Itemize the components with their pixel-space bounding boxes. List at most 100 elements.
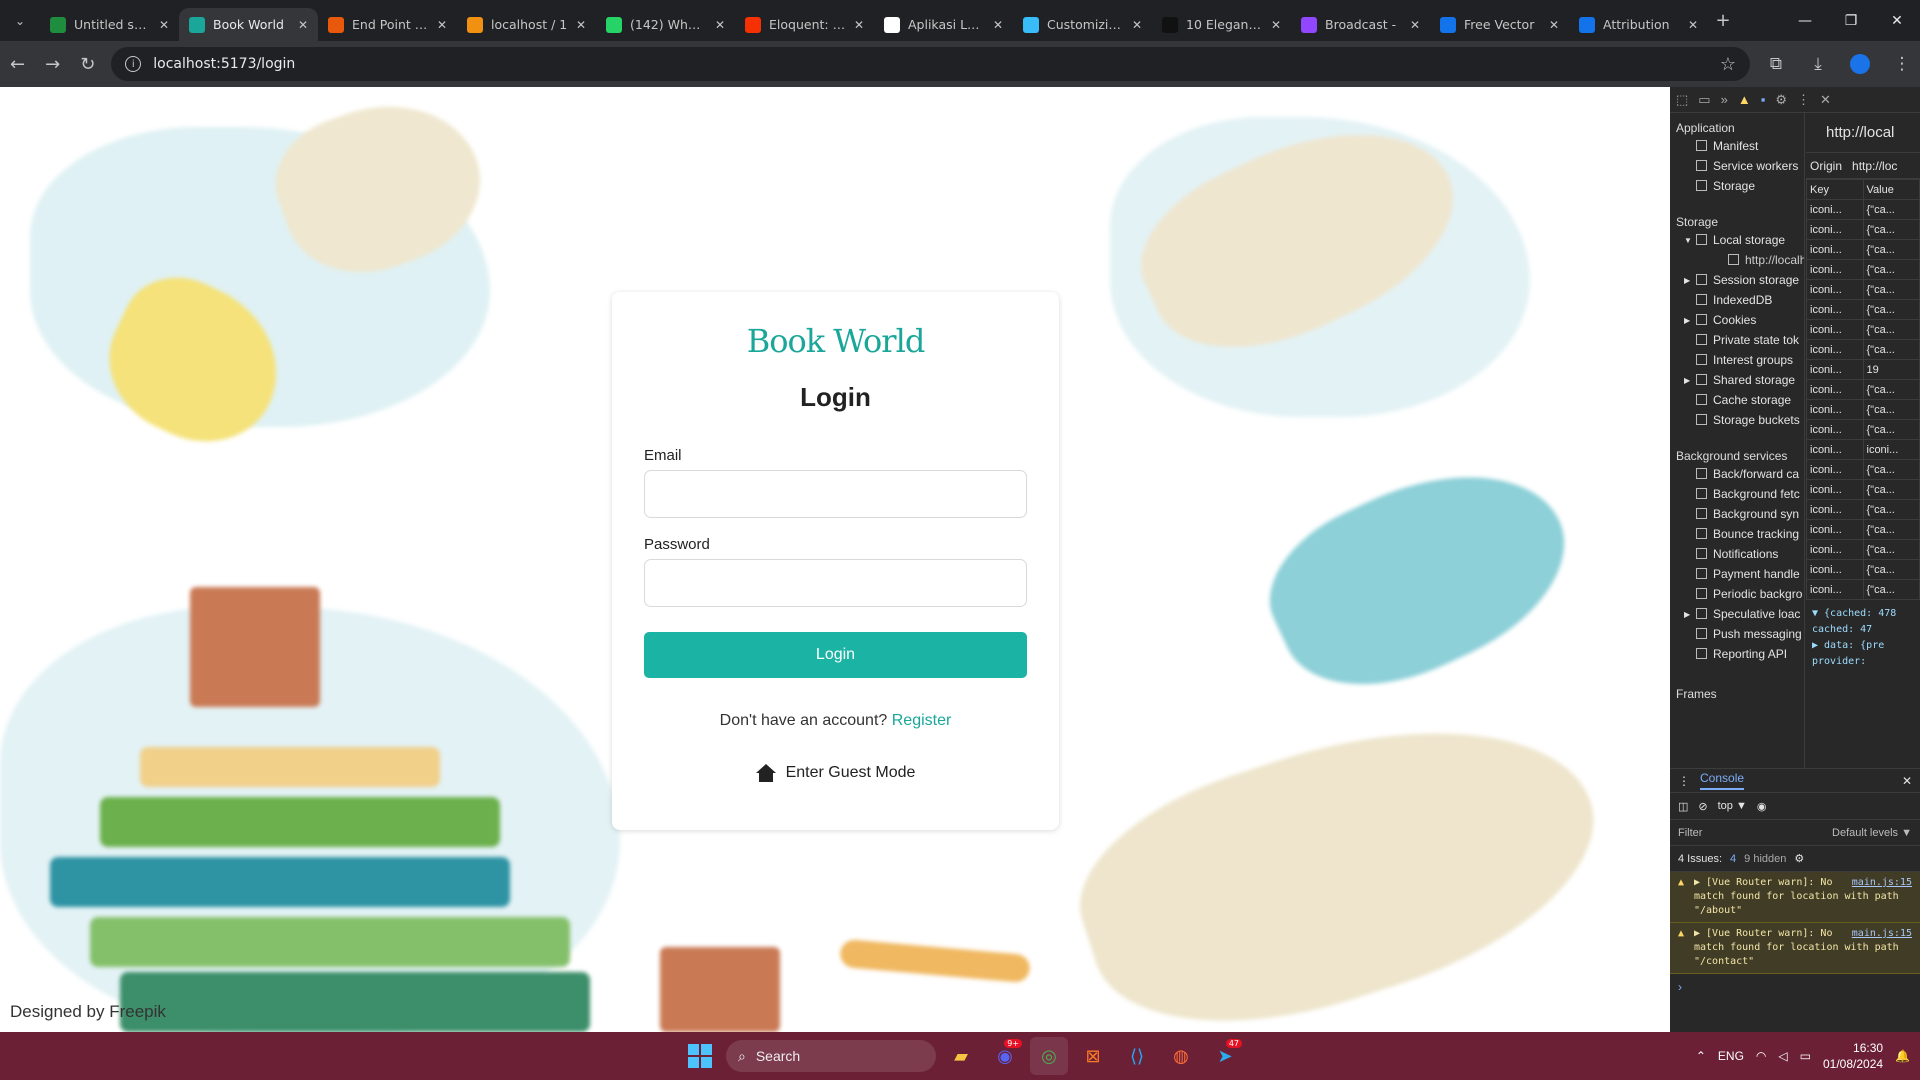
devtools-sidebar-item[interactable]: IndexedDB	[1670, 291, 1804, 311]
browser-tab[interactable]: Book World ✕	[179, 8, 318, 41]
devtools-sidebar-item[interactable]: Shared storage	[1670, 371, 1804, 391]
table-row[interactable]: iconi... 19	[1806, 359, 1920, 380]
language-indicator[interactable]: ENG	[1718, 1049, 1744, 1063]
close-tab-icon[interactable]: ✕	[1410, 18, 1420, 32]
value-cell[interactable]: {"ca...	[1862, 499, 1920, 520]
devtools-sidebar-item[interactable]: Periodic backgro	[1670, 585, 1804, 605]
settings-gear-icon[interactable]: ⚙	[1775, 92, 1787, 108]
key-cell[interactable]: iconi...	[1806, 519, 1864, 540]
table-row[interactable]: iconi... iconi...	[1806, 439, 1920, 460]
table-row[interactable]: iconi... {"ca...	[1806, 579, 1920, 600]
browser-tab[interactable]: Free Vector ✕	[1430, 8, 1569, 41]
devtools-sidebar-item[interactable]: Local storage	[1670, 231, 1804, 251]
console-warning[interactable]: main.js:15▶ [Vue Router warn]: No match …	[1670, 923, 1920, 974]
vscode-icon[interactable]: ⟨⟩	[1118, 1037, 1156, 1075]
close-tab-icon[interactable]: ✕	[854, 18, 864, 32]
browser-tab[interactable]: Eloquent: Fa ✕	[735, 8, 874, 41]
log-levels-dropdown[interactable]: Default levels ▼	[1832, 827, 1912, 839]
table-row[interactable]: iconi... {"ca...	[1806, 219, 1920, 240]
devtools-sidebar-item[interactable]: Session storage	[1670, 271, 1804, 291]
warning-icon[interactable]: ▲	[1738, 92, 1751, 107]
close-tab-icon[interactable]: ✕	[1132, 18, 1142, 32]
value-cell[interactable]: {"ca...	[1862, 419, 1920, 440]
value-cell[interactable]: {"ca...	[1862, 319, 1920, 340]
key-cell[interactable]: iconi...	[1806, 279, 1864, 300]
site-info-icon[interactable]: i	[125, 56, 142, 72]
browser-tab[interactable]: End Point Pe ✕	[318, 8, 457, 41]
source-link[interactable]: main.js:15	[1852, 876, 1912, 890]
table-row[interactable]: iconi... {"ca...	[1806, 319, 1920, 340]
table-row[interactable]: iconi... {"ca...	[1806, 519, 1920, 540]
table-row[interactable]: iconi... {"ca...	[1806, 479, 1920, 500]
profile-avatar[interactable]	[1849, 54, 1870, 74]
close-tab-icon[interactable]: ✕	[715, 18, 725, 32]
devtools-sidebar-item[interactable]: Notifications	[1670, 545, 1804, 565]
source-link[interactable]: main.js:15	[1852, 927, 1912, 941]
xampp-icon[interactable]: ⊠	[1074, 1037, 1112, 1075]
issues-count[interactable]: 4	[1730, 853, 1736, 865]
sidebar-toggle-icon[interactable]: ◫	[1678, 800, 1688, 813]
devtools-sidebar-item[interactable]: Storage buckets	[1670, 411, 1804, 431]
key-cell[interactable]: iconi...	[1806, 539, 1864, 560]
guest-mode-button[interactable]: Enter Guest Mode	[644, 764, 1027, 782]
chrome-icon[interactable]: ◎	[1030, 1037, 1068, 1075]
value-cell[interactable]: {"ca...	[1862, 299, 1920, 320]
key-cell[interactable]: iconi...	[1806, 199, 1864, 220]
value-cell[interactable]: {"ca...	[1862, 219, 1920, 240]
table-row[interactable]: iconi... {"ca...	[1806, 399, 1920, 420]
minimize-button[interactable]: —	[1782, 0, 1828, 41]
devtools-sidebar-item[interactable]: Payment handle	[1670, 565, 1804, 585]
discord-icon[interactable]: ◉ 9+	[986, 1037, 1024, 1075]
devtools-sidebar-item[interactable]: Speculative loac	[1670, 605, 1804, 625]
devtools-sidebar-item[interactable]: http://localho	[1670, 251, 1804, 271]
close-tab-icon[interactable]: ✕	[159, 18, 169, 32]
device-toolbar-icon[interactable]: ▭	[1698, 92, 1710, 108]
devtools-sidebar-item[interactable]: Cache storage	[1670, 391, 1804, 411]
browser-tab[interactable]: Untitled spre ✕	[40, 8, 179, 41]
downloads-icon[interactable]: ⤓	[1800, 46, 1836, 82]
table-row[interactable]: iconi... {"ca...	[1806, 539, 1920, 560]
close-window-button[interactable]: ✕	[1874, 0, 1920, 41]
devtools-sidebar-item[interactable]: Manifest	[1670, 137, 1804, 157]
browser-tab[interactable]: 10 Elegant G ✕	[1152, 8, 1291, 41]
devtools-sidebar-item[interactable]: Background syn	[1670, 505, 1804, 525]
key-cell[interactable]: iconi...	[1806, 439, 1864, 460]
console-filter-input[interactable]: Filter	[1678, 827, 1702, 839]
browser-tab[interactable]: Customizing ✕	[1013, 8, 1152, 41]
password-field[interactable]	[644, 559, 1027, 607]
value-cell[interactable]: {"ca...	[1862, 379, 1920, 400]
close-tab-icon[interactable]: ✕	[437, 18, 447, 32]
key-cell[interactable]: iconi...	[1806, 419, 1864, 440]
browser-menu-icon[interactable]: ⋮	[1884, 46, 1920, 82]
register-link[interactable]: Register	[892, 712, 952, 729]
email-field[interactable]	[644, 470, 1027, 518]
live-expression-eye-icon[interactable]: ◉	[1757, 800, 1767, 813]
address-bar[interactable]: i localhost:5173/login ☆	[111, 47, 1750, 81]
devtools-sidebar-item[interactable]: Background fetc	[1670, 485, 1804, 505]
value-cell[interactable]: {"ca...	[1862, 239, 1920, 260]
key-cell[interactable]: iconi...	[1806, 499, 1864, 520]
back-button[interactable]: ←	[0, 46, 35, 82]
devtools-menu-icon[interactable]: ⋮	[1797, 92, 1810, 108]
file-explorer-icon[interactable]: ▰	[942, 1037, 980, 1075]
close-tab-icon[interactable]: ✕	[1688, 18, 1698, 32]
value-cell[interactable]: {"ca...	[1862, 399, 1920, 420]
key-cell[interactable]: iconi...	[1806, 559, 1864, 580]
close-drawer-icon[interactable]: ✕	[1902, 774, 1912, 788]
clear-console-icon[interactable]: ⊘	[1698, 800, 1707, 813]
value-cell[interactable]: iconi...	[1862, 439, 1920, 460]
close-tab-icon[interactable]: ✕	[1549, 18, 1559, 32]
more-tabs-icon[interactable]: »	[1721, 92, 1728, 107]
notification-bell-icon[interactable]: 🔔	[1895, 1049, 1910, 1063]
value-cell[interactable]: {"ca...	[1862, 579, 1920, 600]
key-cell[interactable]: iconi...	[1806, 239, 1864, 260]
key-cell[interactable]: iconi...	[1806, 219, 1864, 240]
issues-icon[interactable]: ▪	[1761, 92, 1766, 107]
drawer-menu-icon[interactable]: ⋮	[1678, 774, 1690, 788]
browser-tab[interactable]: Attribution ✕	[1569, 8, 1708, 41]
value-cell[interactable]: {"ca...	[1862, 559, 1920, 580]
value-cell[interactable]: 19	[1862, 359, 1920, 380]
key-cell[interactable]: iconi...	[1806, 579, 1864, 600]
value-cell[interactable]: {"ca...	[1862, 279, 1920, 300]
value-cell[interactable]: {"ca...	[1862, 519, 1920, 540]
